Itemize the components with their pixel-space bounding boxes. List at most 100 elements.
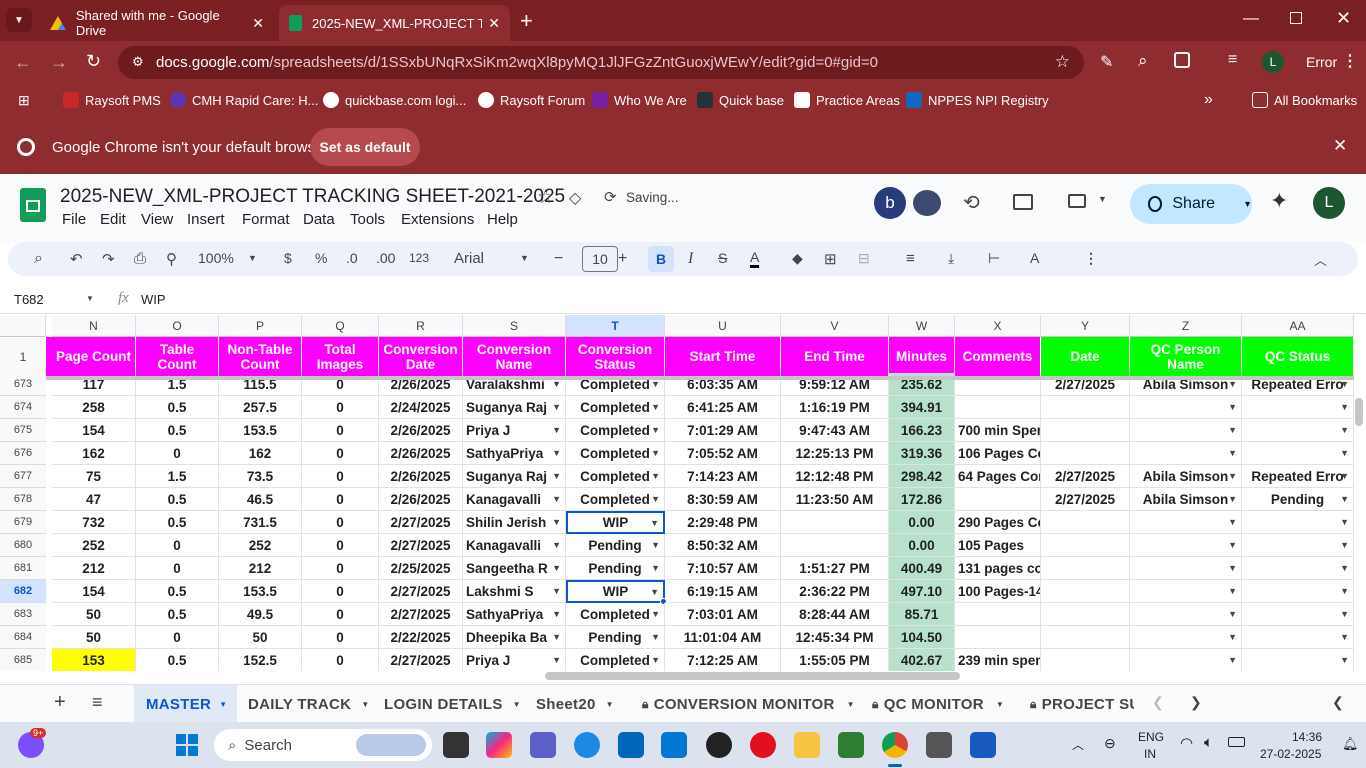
table-cell[interactable]: 106 Pages Co <box>955 442 1041 465</box>
table-cell[interactable]: 0 <box>302 626 379 649</box>
table-cell[interactable]: 1:51:27 PM <box>781 557 889 580</box>
table-cell[interactable]: ▼ <box>1242 419 1354 442</box>
wifi-icon[interactable]: ◠ <box>1180 734 1193 752</box>
table-cell[interactable]: Kanagavalli ▼ <box>463 488 566 511</box>
table-cell[interactable]: 2/26/2025 <box>379 442 463 465</box>
table-cell[interactable]: Lakshmi S ▼ <box>463 580 566 603</box>
table-cell[interactable]: 162 <box>219 442 302 465</box>
table-cell[interactable]: ▼ <box>1130 649 1242 671</box>
table-cell[interactable]: 105 Pages <box>955 534 1041 557</box>
table-cell[interactable]: 12:12:48 PM <box>781 465 889 488</box>
table-cell[interactable]: 0.5 <box>136 419 219 442</box>
table-cell[interactable]: ▼ <box>1130 603 1242 626</box>
table-cell[interactable]: 7:05:52 AM <box>665 442 781 465</box>
row-header[interactable]: 683 <box>0 603 46 626</box>
print-icon[interactable]: ⎙ <box>134 250 146 267</box>
column-header-p[interactable]: P <box>219 315 302 337</box>
table-cell[interactable]: 2/26/2025 <box>379 419 463 442</box>
table-cell[interactable] <box>1041 649 1130 671</box>
network-status-icon[interactable]: ⊖ <box>1104 735 1116 752</box>
menu-edit[interactable]: Edit <box>100 211 126 228</box>
merge-cells-icon[interactable]: ⊟ <box>858 250 870 267</box>
table-cell[interactable]: 0 <box>302 534 379 557</box>
bookmark-nppes[interactable]: NPPES NPI Registry <box>906 92 1049 108</box>
column-title-non-table-count[interactable]: Non-Table Count <box>219 337 302 377</box>
error-button[interactable]: Error <box>1306 54 1337 70</box>
table-cell[interactable]: Dheepika Ba ▼ <box>463 626 566 649</box>
dropdown-arrow-icon[interactable]: ▼ <box>650 587 659 597</box>
dropdown-arrow-icon[interactable]: ▼ <box>1228 632 1237 642</box>
bookmark-quick-base[interactable]: Quick base <box>697 92 784 108</box>
table-cell[interactable]: Abila Simson ▼ <box>1130 488 1242 511</box>
column-header-z[interactable]: Z <box>1130 315 1242 337</box>
table-cell[interactable] <box>955 603 1041 626</box>
redo-icon[interactable]: ↷ <box>102 250 115 268</box>
table-cell[interactable]: ▼ <box>1242 649 1354 671</box>
bookmark-cmh-rapid-care[interactable]: CMH Rapid Care: H... <box>170 92 318 108</box>
table-cell[interactable]: Pending ▼ <box>566 534 665 557</box>
column-header-t[interactable]: T <box>566 315 665 337</box>
back-icon[interactable]: ← <box>14 52 32 73</box>
dropdown-arrow-icon[interactable]: ▼ <box>1228 563 1237 573</box>
comments-icon[interactable] <box>1013 194 1033 210</box>
table-cell[interactable]: 394.91 <box>889 396 955 419</box>
align-icon[interactable]: ≡ <box>906 250 915 267</box>
percent-format[interactable]: % <box>315 250 327 266</box>
all-bookmarks[interactable]: All Bookmarks <box>1252 92 1357 108</box>
dropdown-arrow-icon[interactable]: ▼ <box>650 518 659 528</box>
sheet-tab-qc-monitor[interactable]: 🔒︎ QC MONITOR ▼ <box>872 685 1004 723</box>
table-cell[interactable]: 2:29:48 PM <box>665 511 781 534</box>
remote-desktop-icon[interactable] <box>926 732 952 758</box>
dropdown-arrow-icon[interactable]: ▼ <box>1228 586 1237 596</box>
increase-decimal[interactable]: .00 <box>376 250 395 266</box>
table-cell[interactable]: ▼ <box>1130 511 1242 534</box>
side-panel-toggle-icon[interactable]: ❮ <box>1332 694 1344 711</box>
row-header[interactable]: 675 <box>0 419 46 442</box>
minimize-icon[interactable]: — <box>1243 10 1259 28</box>
dropdown-arrow-icon[interactable]: ▼ <box>1340 448 1349 458</box>
apps-grid-icon[interactable]: ⊞ <box>18 92 30 109</box>
dropdown-arrow-icon[interactable]: ▼ <box>552 517 561 527</box>
chevron-down-icon[interactable]: ▼ <box>847 700 855 709</box>
table-cell[interactable]: Pending ▼ <box>566 557 665 580</box>
dropdown-arrow-icon[interactable]: ▼ <box>651 609 660 619</box>
dropdown-arrow-icon[interactable]: ▼ <box>1340 494 1349 504</box>
dropdown-arrow-icon[interactable]: ▼ <box>651 425 660 435</box>
dropdown-arrow-icon[interactable]: ▼ <box>552 402 561 412</box>
more-formats[interactable]: 123 <box>409 251 429 265</box>
table-cell[interactable]: 7:12:25 AM <box>665 649 781 671</box>
sheets-logo-icon[interactable] <box>20 188 46 222</box>
row-header[interactable]: 678 <box>0 488 46 511</box>
table-cell[interactable]: 2/26/2025 <box>379 488 463 511</box>
table-cell[interactable]: SathyaPriya ▼ <box>463 603 566 626</box>
menu-tools[interactable]: Tools <box>350 211 385 228</box>
dropdown-arrow-icon[interactable]: ▼ <box>552 471 561 481</box>
sheet-tab-conversion-monitor[interactable]: 🔒︎ CONVERSION MONITOR ▼ <box>642 685 855 723</box>
dropdown-arrow-icon[interactable]: ▼ <box>1340 540 1349 550</box>
dropdown-arrow-icon[interactable]: ▼ <box>651 471 660 481</box>
chevron-down-icon[interactable]: ▼ <box>219 700 227 709</box>
bookmark-star-icon[interactable]: ☆ <box>1055 52 1070 72</box>
dropdown-arrow-icon[interactable]: ▼ <box>1340 563 1349 573</box>
table-cell[interactable]: 153.5 <box>219 580 302 603</box>
table-cell[interactable]: 700 min Sper <box>955 419 1041 442</box>
site-info-icon[interactable]: ⚙ <box>132 54 144 70</box>
dropdown-arrow-icon[interactable]: ▼ <box>1340 379 1349 389</box>
table-cell[interactable]: 12:45:34 PM <box>781 626 889 649</box>
column-header-w[interactable]: W <box>889 315 955 337</box>
table-cell[interactable]: 319.36 <box>889 442 955 465</box>
table-cell[interactable]: ▼ <box>1130 442 1242 465</box>
table-cell[interactable]: 0 <box>302 419 379 442</box>
column-title-qc-status[interactable]: QC Status <box>1242 337 1354 377</box>
column-title-date[interactable]: Date <box>1041 337 1130 377</box>
table-cell[interactable]: Completed ▼ <box>566 442 665 465</box>
table-cell[interactable]: 0.5 <box>136 488 219 511</box>
chevron-down-icon[interactable]: ▼ <box>996 700 1004 709</box>
table-cell[interactable]: 2/27/2025 <box>379 603 463 626</box>
table-cell[interactable] <box>1041 511 1130 534</box>
tab-search-button[interactable]: ▼ <box>6 8 32 32</box>
table-cell[interactable]: 0 <box>302 557 379 580</box>
teams-icon[interactable] <box>530 732 556 758</box>
table-cell[interactable]: 7:03:01 AM <box>665 603 781 626</box>
column-title-conversion-name[interactable]: Conversion Name <box>463 337 566 377</box>
